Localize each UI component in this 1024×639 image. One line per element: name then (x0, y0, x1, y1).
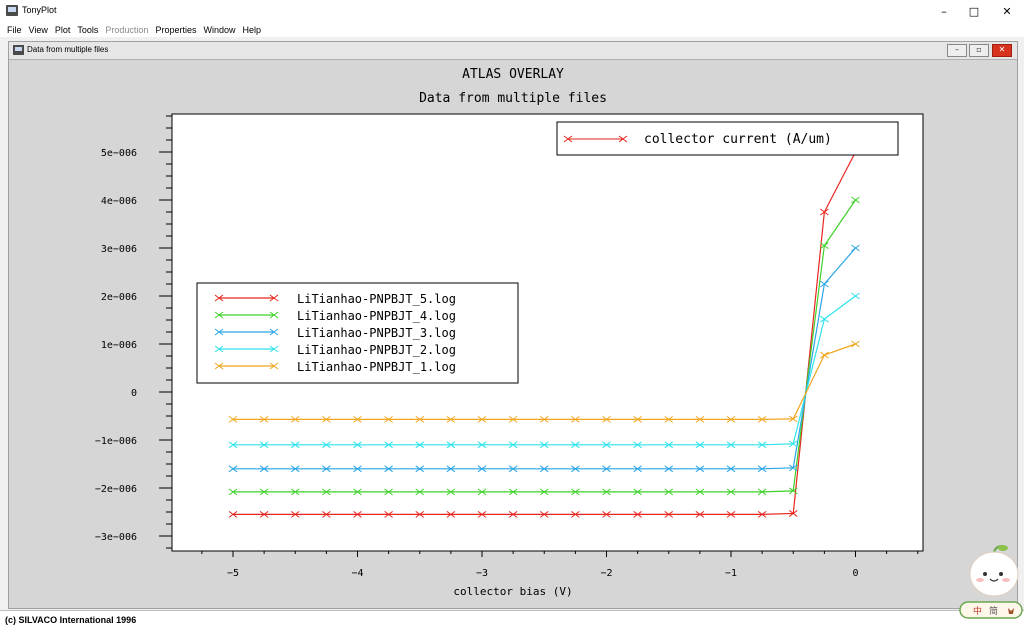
ime-mode-chinese: 中 (973, 605, 982, 617)
menu-production: Production (105, 24, 149, 35)
maximize-button[interactable]: □ (957, 0, 991, 22)
y-tick-label: −1e−006 (95, 436, 137, 447)
menu-window[interactable]: Window (203, 25, 235, 35)
chart-svg: ATLAS OVERLAY Data from multiple files c… (95, 67, 924, 598)
subwindow-title: Data from multiple files (27, 45, 109, 54)
app-icon (6, 5, 18, 16)
x-tick-label: −5 (227, 568, 239, 579)
minimize-button[interactable]: – (927, 0, 961, 22)
y-tick-label: 0 (131, 388, 137, 399)
y-tick-label: 5e−006 (101, 148, 137, 159)
plot-area: ATLAS OVERLAY Data from multiple files c… (13, 62, 1013, 604)
copyright-status: (c) SILVACO International 1996 (5, 615, 137, 625)
menu-file[interactable]: File (7, 25, 22, 35)
y-tick-label: −3e−006 (95, 532, 137, 543)
x-axis-label: collector bias (V) (453, 585, 572, 598)
legend-entry-5: LiTianhao-PNPBJT_5.log (297, 292, 456, 306)
y-tick-label: 3e−006 (101, 244, 137, 255)
x-tick-label: −3 (476, 568, 488, 579)
subwindow-icon (13, 45, 24, 55)
ime-mascot-widget[interactable]: 中 简 (958, 544, 1024, 620)
subwindow-restore-button[interactable]: ▫ (969, 44, 989, 57)
legend-entry-4: LiTianhao-PNPBJT_4.log (297, 309, 456, 323)
y-tick-label: −2e−006 (95, 484, 137, 495)
menu-properties[interactable]: Properties (155, 25, 196, 35)
subwindow-titlebar[interactable]: Data from multiple files – ▫ ✕ (9, 42, 1017, 60)
subwindow-minimize-button[interactable]: – (947, 44, 967, 57)
menu-view[interactable]: View (29, 25, 48, 35)
x-tick-label: −1 (725, 568, 737, 579)
app-titlebar: TonyPlot – □ ✕ (0, 0, 1024, 22)
x-tick-label: −2 (600, 568, 612, 579)
menu-plot[interactable]: Plot (55, 25, 71, 35)
chart-title: ATLAS OVERLAY (462, 67, 564, 82)
legend-entry-3: LiTianhao-PNPBJT_3.log (297, 326, 456, 340)
menu-help[interactable]: Help (242, 25, 261, 35)
legend-entry-2: LiTianhao-PNPBJT_2.log (297, 343, 456, 357)
app-title: TonyPlot (22, 5, 57, 15)
y-tick-label: 4e−006 (101, 196, 137, 207)
menu-tools[interactable]: Tools (77, 25, 98, 35)
quantity-legend: collector current (A/um) (556, 121, 899, 156)
file-legend: LiTianhao-PNPBJT_5.log LiTianhao-PNPBJT_… (196, 282, 519, 384)
status-bar: (c) SILVACO International 1996 (0, 610, 1024, 639)
chart-subtitle: Data from multiple files (419, 91, 607, 106)
ime-mode-simplified: 简 (989, 605, 998, 617)
subwindow-close-button[interactable]: ✕ (992, 44, 1012, 57)
menu-bar: File View Plot Tools Production Properti… (0, 22, 1024, 37)
y-tick-label: 1e−006 (101, 340, 137, 351)
legend-entry-1: LiTianhao-PNPBJT_1.log (297, 360, 456, 374)
x-tick-label: 0 (852, 568, 858, 579)
close-button[interactable]: ✕ (990, 0, 1024, 22)
x-tick-label: −4 (351, 568, 363, 579)
y-tick-label: 2e−006 (101, 292, 137, 303)
plot-subwindow: Data from multiple files – ▫ ✕ ATLAS OVE… (8, 41, 1018, 609)
quantity-legend-label: collector current (A/um) (644, 132, 832, 147)
